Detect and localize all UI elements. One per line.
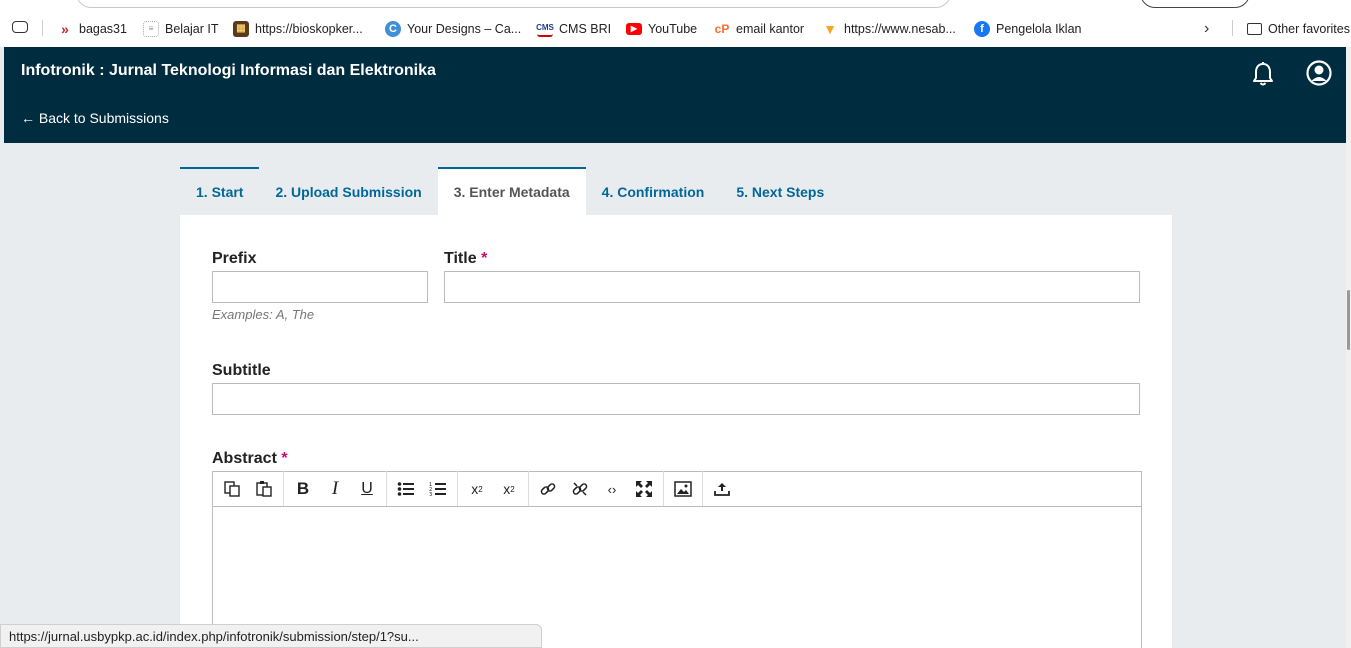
toolbar-group-insert: ‹› (529, 471, 664, 507)
facebook-icon: f (974, 20, 990, 37)
bullet-list-icon[interactable] (390, 474, 422, 504)
browser-status-bar: https://jurnal.usbypkp.ac.id/index.php/i… (0, 624, 542, 648)
film-icon: ▦ (233, 20, 249, 37)
bookmarks-divider (1232, 20, 1233, 36)
bookmark-cms-bri[interactable]: CMS CMS BRI (536, 10, 612, 47)
bookmark-nesab[interactable]: ▼ https://www.nesab... (822, 10, 956, 47)
copy-icon[interactable] (216, 474, 248, 504)
bookmark-youtube[interactable]: ▶ YouTube (626, 10, 697, 47)
bookmark-email-kantor[interactable]: cP email kantor (714, 10, 804, 47)
subtitle-label: Subtitle (212, 362, 271, 379)
youtube-icon: ▶ (626, 22, 642, 35)
tab-confirmation[interactable]: 4. Confirmation (586, 167, 721, 215)
bookmark-bioskopker[interactable]: ▦ https://bioskopker... (233, 10, 363, 47)
bookmark-canva[interactable]: C Your Designs – Ca... (385, 10, 521, 47)
image-icon[interactable] (667, 474, 699, 504)
bookmarks-divider (42, 20, 43, 36)
folder-icon (1247, 22, 1262, 35)
bookmarks-bar: » bagas31 ≡ Belajar IT ▦ https://bioskop… (0, 10, 1351, 47)
canva-icon: C (385, 20, 401, 37)
toolbar-group-script: x2 x2 (458, 471, 529, 507)
toolbar-group-lists: 123 (387, 471, 458, 507)
link-icon[interactable] (532, 474, 564, 504)
bookmark-pengelola-iklan[interactable]: f Pengelola Iklan (974, 10, 1081, 47)
tab-actions-icon[interactable] (12, 21, 28, 33)
bookmark-label: YouTube (648, 21, 698, 36)
underline-icon[interactable]: U (351, 474, 383, 504)
bookmark-label: CMS BRI (559, 21, 612, 36)
bagas31-icon: » (61, 20, 69, 37)
abstract-label-text: Abstract (212, 450, 277, 467)
abstract-editor-toolbar: B I U 123 x2 x2 ‹› (212, 471, 1142, 507)
tab-upload-submission[interactable]: 2. Upload Submission (259, 167, 437, 215)
tab-start[interactable]: 1. Start (180, 167, 260, 215)
prefix-label: Prefix (212, 250, 257, 267)
bookmark-label: https://www.nesab... (844, 21, 956, 36)
title-label-text: Title (444, 250, 477, 267)
profile-pill[interactable] (1140, 0, 1250, 8)
bookmark-label: https://bioskopker... (255, 21, 363, 36)
bookmark-label: bagas31 (79, 21, 127, 36)
back-to-submissions-link[interactable]: ← Back to Submissions (21, 110, 169, 126)
prefix-input[interactable] (212, 271, 428, 303)
notification-bell-icon[interactable] (1251, 61, 1275, 87)
bookmark-label: email kantor (736, 21, 805, 36)
bookmark-label: Pengelola Iklan (996, 21, 1082, 36)
prefix-help-text: Examples: A, The (212, 307, 315, 322)
abstract-label: Abstract * (212, 450, 288, 468)
fullscreen-icon[interactable] (628, 474, 660, 504)
toolbar-group-format: B I U (284, 471, 387, 507)
numbered-list-icon[interactable]: 123 (422, 474, 454, 504)
cms-bri-icon: CMS (536, 21, 554, 37)
metadata-form: Prefix Examples: A, The Title * Subtitle… (180, 215, 1172, 648)
cpanel-icon: cP (714, 21, 730, 36)
app-header: Infotronik : Jurnal Teknologi Informasi … (4, 47, 1351, 143)
bookmark-bagas31[interactable]: » bagas31 (57, 10, 127, 47)
toolbar-group-clipboard (213, 471, 284, 507)
tab-enter-metadata[interactable]: 3. Enter Metadata (437, 167, 586, 215)
subscript-icon[interactable]: x2 (493, 474, 525, 504)
italic-icon[interactable]: I (319, 474, 351, 504)
other-favorites-label: Other favorites (1268, 21, 1350, 36)
title-label: Title * (444, 250, 487, 268)
chevron-right-icon[interactable]: › (1204, 10, 1209, 47)
address-bar[interactable] (76, 0, 951, 8)
paste-icon[interactable] (248, 474, 280, 504)
toolbar-group-image (664, 471, 703, 507)
code-icon[interactable]: ‹› (596, 474, 628, 504)
toolbar-group-upload (703, 471, 741, 507)
title-input[interactable] (444, 271, 1140, 303)
bookmark-belajar-it[interactable]: ≡ Belajar IT (143, 10, 219, 47)
fox-icon: ▼ (823, 20, 837, 37)
submission-steps-tabs: 1. Start 2. Upload Submission 3. Enter M… (180, 167, 840, 215)
subtitle-input[interactable] (212, 383, 1140, 415)
app-main: Infotronik : Jurnal Teknologi Informasi … (4, 47, 1351, 648)
user-account-icon[interactable] (1306, 60, 1332, 86)
svg-text:3: 3 (429, 492, 432, 497)
bold-icon[interactable]: B (287, 474, 319, 504)
tab-next-steps[interactable]: 5. Next Steps (720, 167, 840, 215)
superscript-icon[interactable]: x2 (461, 474, 493, 504)
upload-icon[interactable] (706, 474, 738, 504)
cms-small-icon: ≡ (143, 20, 159, 37)
browser-top-strip (0, 0, 1351, 10)
bookmark-label: Your Designs – Ca... (407, 21, 522, 36)
scrollbar-thumb[interactable] (1347, 290, 1350, 350)
bookmark-label: Belajar IT (165, 21, 219, 36)
unlink-icon[interactable] (564, 474, 596, 504)
required-mark: * (281, 450, 288, 467)
journal-title[interactable]: Infotronik : Jurnal Teknologi Informasi … (21, 62, 436, 80)
other-favorites[interactable]: Other favorites (1247, 10, 1350, 47)
required-mark: * (481, 250, 488, 267)
